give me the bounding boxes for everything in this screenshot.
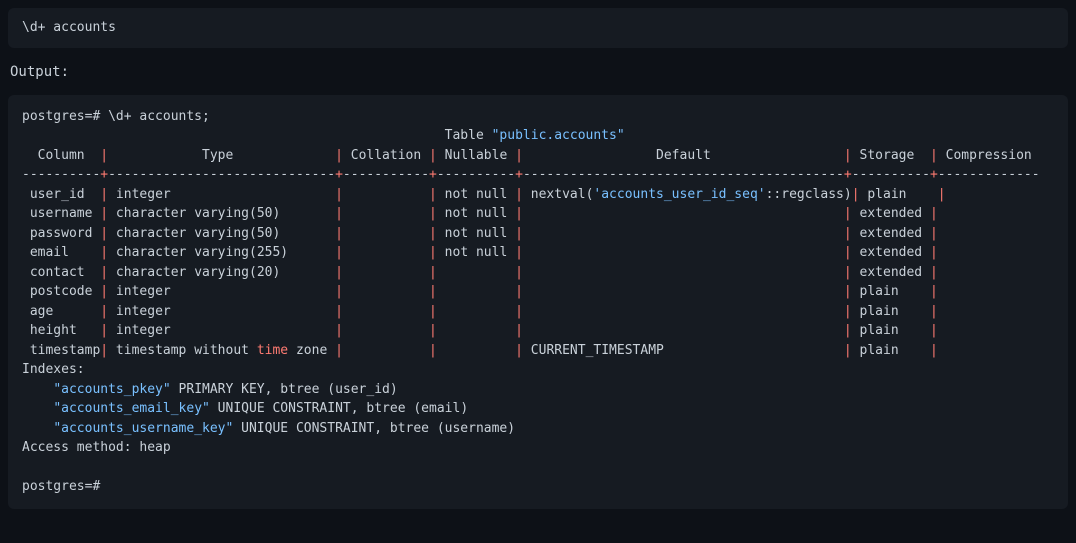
command-text: \d+ accounts (22, 20, 116, 35)
output-box[interactable]: postgres=# \d+ accounts; Table "public.a… (8, 95, 1068, 509)
output-label: Output: (10, 62, 1066, 83)
command-box[interactable]: \d+ accounts (8, 8, 1068, 48)
